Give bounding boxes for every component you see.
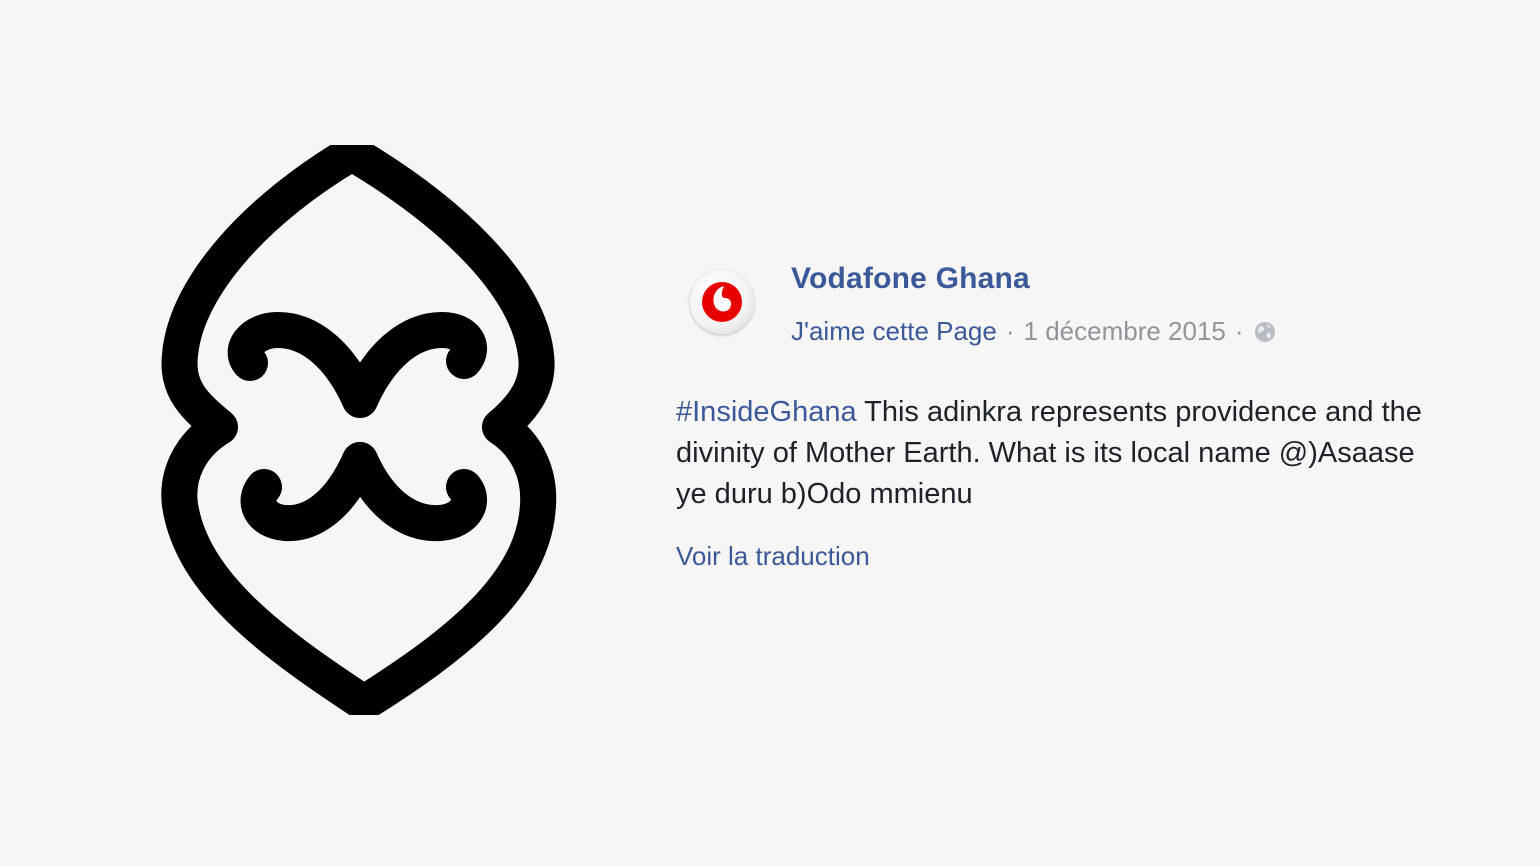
post-text: #InsideGhana This adinkra represents pro… bbox=[676, 392, 1436, 515]
page-avatar[interactable] bbox=[690, 270, 754, 334]
hashtag-link[interactable]: #InsideGhana bbox=[676, 396, 857, 428]
like-page-link[interactable]: J'aime cette Page bbox=[791, 316, 997, 347]
post-meta: J'aime cette Page · 1 décembre 2015 · bbox=[791, 316, 1277, 347]
globe-icon[interactable] bbox=[1253, 320, 1277, 344]
facebook-post: Vodafone Ghana J'aime cette Page · 1 déc… bbox=[676, 260, 1436, 572]
meta-separator: · bbox=[1005, 316, 1015, 346]
post-date[interactable]: 1 décembre 2015 bbox=[1024, 316, 1226, 347]
page-name-link[interactable]: Vodafone Ghana bbox=[791, 262, 1030, 296]
post-header: Vodafone Ghana J'aime cette Page · 1 déc… bbox=[676, 260, 1436, 360]
adinkra-symbol-icon bbox=[161, 145, 557, 715]
see-translation-link[interactable]: Voir la traduction bbox=[676, 541, 1436, 572]
vodafone-logo-icon bbox=[702, 282, 742, 322]
meta-separator: · bbox=[1234, 316, 1244, 346]
